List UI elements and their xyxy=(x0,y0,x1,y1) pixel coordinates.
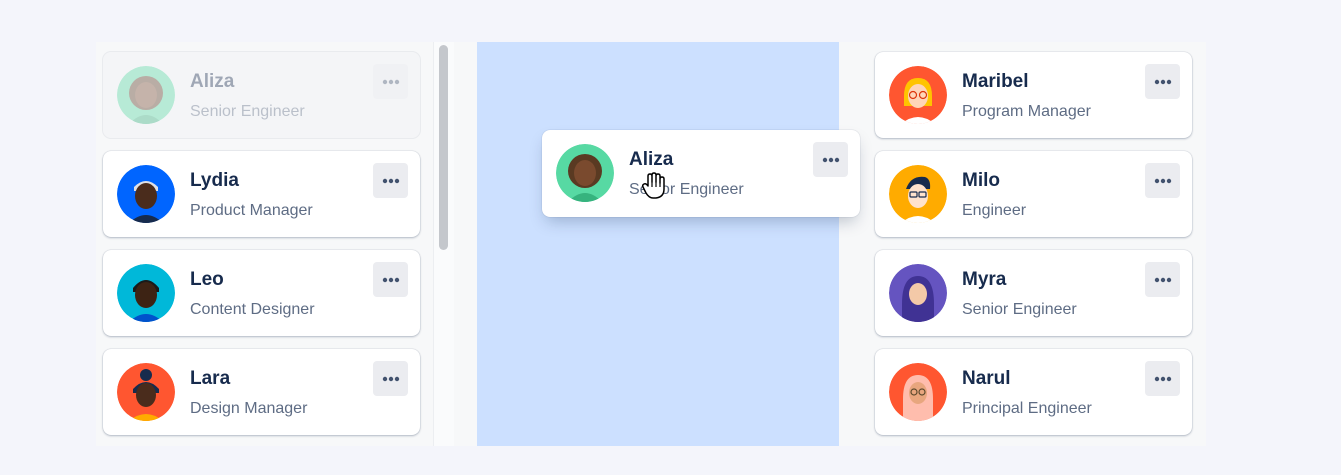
more-dots-icon xyxy=(1154,277,1171,282)
more-dots-icon xyxy=(822,157,839,162)
more-dots-icon xyxy=(1154,178,1171,183)
card-milo[interactable]: Milo Engineer xyxy=(875,151,1192,237)
more-button[interactable] xyxy=(373,262,408,297)
avatar xyxy=(556,144,614,202)
card-name: Lara xyxy=(190,368,231,389)
card-role: Senior Engineer xyxy=(190,103,305,120)
more-button[interactable] xyxy=(373,163,408,198)
avatar xyxy=(117,66,175,124)
card-maribel[interactable]: Maribel Program Manager xyxy=(875,52,1192,138)
card-role: Senior Engineer xyxy=(962,301,1077,318)
card-role: Program Manager xyxy=(962,103,1091,120)
column-left: Aliza Senior Engineer Lydia Product Mana… xyxy=(96,42,433,446)
more-button[interactable] xyxy=(1145,64,1180,99)
card-role: Design Manager xyxy=(190,400,308,417)
card-name: Narul xyxy=(962,368,1011,389)
more-button[interactable] xyxy=(813,142,848,177)
card-lara[interactable]: Lara Design Manager xyxy=(103,349,420,435)
card-name: Aliza xyxy=(190,71,235,92)
more-dots-icon xyxy=(1154,376,1171,381)
avatar xyxy=(889,165,947,223)
more-button[interactable] xyxy=(373,361,408,396)
column-right: Maribel Program Manager Milo Engineer My… xyxy=(868,42,1205,446)
grab-hand-cursor-icon xyxy=(641,172,665,199)
card-narul[interactable]: Narul Principal Engineer xyxy=(875,349,1192,435)
more-dots-icon xyxy=(382,277,399,282)
more-dots-icon xyxy=(382,79,399,84)
avatar xyxy=(117,264,175,322)
avatar xyxy=(117,363,175,421)
dragging-card[interactable]: Aliza Senior Engineer xyxy=(542,130,860,217)
more-button[interactable] xyxy=(1145,163,1180,198)
left-column-scrollbar[interactable] xyxy=(433,42,454,446)
card-name: Milo xyxy=(962,170,1000,191)
card-lydia[interactable]: Lydia Product Manager xyxy=(103,151,420,237)
card-name: Lydia xyxy=(190,170,239,191)
card-role: Engineer xyxy=(962,202,1027,219)
more-dots-icon xyxy=(382,178,399,183)
avatar xyxy=(117,165,175,223)
card-role: Product Manager xyxy=(190,202,313,219)
card-role: Principal Engineer xyxy=(962,400,1092,417)
avatar xyxy=(889,264,947,322)
avatar xyxy=(889,363,947,421)
card-name: Leo xyxy=(190,269,224,290)
card-name: Myra xyxy=(962,269,1007,290)
card-leo[interactable]: Leo Content Designer xyxy=(103,250,420,336)
more-dots-icon xyxy=(1154,79,1171,84)
card-role: Content Designer xyxy=(190,301,315,318)
column-middle-drop-zone[interactable] xyxy=(477,42,839,446)
card-name: Maribel xyxy=(962,71,1029,92)
more-dots-icon xyxy=(382,376,399,381)
scrollbar-thumb[interactable] xyxy=(439,45,448,250)
more-button[interactable] xyxy=(1145,361,1180,396)
more-button[interactable] xyxy=(373,64,408,99)
card-placeholder: Aliza Senior Engineer xyxy=(103,52,420,138)
more-button[interactable] xyxy=(1145,262,1180,297)
card-name: Aliza xyxy=(629,149,674,170)
avatar xyxy=(889,66,947,124)
card-myra[interactable]: Myra Senior Engineer xyxy=(875,250,1192,336)
